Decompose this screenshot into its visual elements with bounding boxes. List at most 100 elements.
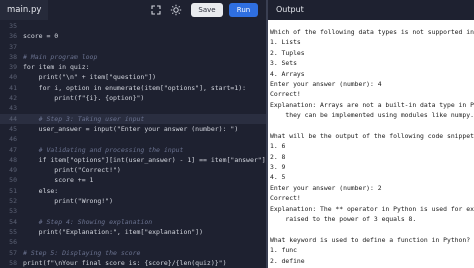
expand-icon[interactable] bbox=[149, 3, 163, 17]
code-line[interactable]: 36 score = 0 bbox=[0, 31, 266, 41]
line-number: 51 bbox=[9, 186, 17, 195]
code-line[interactable]: 54 # Step 4: Showing explanation bbox=[0, 217, 266, 227]
line-number: 49 bbox=[9, 166, 17, 175]
code-text[interactable]: # Step 4: Showing explanation bbox=[23, 217, 153, 227]
line-number: 54 bbox=[9, 217, 17, 226]
line-number: 53 bbox=[9, 207, 17, 216]
line-number: 56 bbox=[9, 238, 17, 247]
code-line[interactable]: 57 # Step 5: Displaying the score bbox=[0, 248, 266, 258]
code-text[interactable]: if item["options"][int(user_answer) - 1]… bbox=[23, 155, 266, 165]
code-text[interactable]: print("Explanation:", item["explanation"… bbox=[23, 227, 203, 237]
code-line[interactable]: 56 bbox=[0, 237, 266, 247]
line-number: 39 bbox=[9, 63, 17, 72]
code-line[interactable]: 41 for i, option in enumerate(item["opti… bbox=[0, 83, 266, 93]
output-line: What keyword is used to define a functio… bbox=[270, 235, 471, 244]
output-line: 4. 5 bbox=[270, 173, 286, 182]
code-text[interactable]: score = 0 bbox=[23, 31, 58, 41]
code-text[interactable]: # Main program loop bbox=[23, 52, 97, 62]
code-line[interactable]: 44 # Step 3: Taking user input bbox=[0, 113, 266, 124]
output-line: they can be implemented using modules li… bbox=[270, 111, 474, 120]
code-text[interactable]: else: bbox=[23, 186, 59, 196]
code-text[interactable]: print("\n" + item["question"]) bbox=[23, 72, 156, 82]
code-text[interactable]: for item in quiz: bbox=[23, 62, 90, 72]
code-line[interactable]: 43 bbox=[0, 103, 266, 113]
line-number: 47 bbox=[9, 145, 17, 154]
code-line[interactable]: 42 print(f"{i}. {option}") bbox=[0, 93, 266, 103]
line-number: 40 bbox=[9, 73, 17, 82]
code-editor-panel[interactable]: main.py Save Run 35 36 score = 0 37 38 # Main… bbox=[0, 0, 266, 268]
output-panel: Output Which of the following data types… bbox=[268, 0, 474, 268]
code-line[interactable]: 47 # Validating and processing the input bbox=[0, 145, 266, 155]
code-text[interactable]: score += 1 bbox=[23, 175, 93, 185]
line-number: 55 bbox=[9, 227, 17, 236]
output-line: 3. Sets bbox=[270, 59, 297, 68]
output-title: Output bbox=[276, 5, 304, 14]
code-area[interactable]: 35 36 score = 0 37 38 # Main program loop 39 fo… bbox=[0, 21, 266, 268]
line-number: 37 bbox=[9, 42, 17, 51]
run-button[interactable]: Run bbox=[229, 3, 258, 17]
line-number: 43 bbox=[9, 104, 17, 113]
code-line[interactable]: 58 print(f"\nYour final score is: {score}… bbox=[0, 258, 266, 268]
line-number: 52 bbox=[9, 197, 17, 206]
output-line: Which of the following data types is not… bbox=[270, 28, 474, 36]
code-text[interactable]: user_answer = input("Enter your answer (… bbox=[23, 124, 239, 134]
code-text[interactable]: print("Correct!") bbox=[23, 165, 121, 175]
output-line: 1. 6 bbox=[270, 142, 286, 151]
sun-icon[interactable] bbox=[169, 3, 183, 17]
code-line[interactable]: 37 bbox=[0, 42, 266, 52]
line-number: 35 bbox=[9, 22, 17, 30]
line-number: 44 bbox=[9, 114, 17, 123]
line-number: 58 bbox=[9, 258, 17, 267]
code-line[interactable]: 53 bbox=[0, 206, 266, 216]
code-line[interactable]: 40 print("\n" + item["question"]) bbox=[0, 72, 266, 82]
code-text[interactable]: print("Wrong!") bbox=[23, 196, 113, 206]
output-line: 1. func bbox=[270, 246, 297, 255]
output-line: What will be the output of the following… bbox=[270, 131, 474, 140]
output-line: Correct! bbox=[270, 194, 301, 203]
output-line: Enter your answer (number): 4 bbox=[270, 79, 382, 88]
code-text[interactable]: # Validating and processing the input bbox=[23, 145, 184, 155]
output-header: Output bbox=[268, 0, 474, 20]
editor-toolbar: main.py Save Run bbox=[0, 0, 266, 20]
output-line: 4. Arrays bbox=[270, 69, 305, 78]
line-number: 48 bbox=[9, 155, 17, 164]
save-button[interactable]: Save bbox=[191, 3, 223, 17]
code-text[interactable]: # Step 5: Displaying the score bbox=[23, 248, 140, 258]
output-line: 1. Lists bbox=[270, 38, 301, 47]
output-line: Enter your answer (number): 2 bbox=[270, 183, 382, 192]
line-number: 38 bbox=[9, 52, 17, 61]
output-line: Explanation: Arrays are not a built-in d… bbox=[270, 100, 474, 109]
file-tab-main-py[interactable]: main.py bbox=[0, 0, 49, 20]
code-line[interactable]: 45 user_answer = input("Enter your answe… bbox=[0, 124, 266, 134]
code-line[interactable]: 52 print("Wrong!") bbox=[0, 196, 266, 206]
output-line: 3. 9 bbox=[270, 163, 286, 172]
line-number: 57 bbox=[9, 248, 17, 257]
output-console: Which of the following data types is not… bbox=[270, 27, 474, 266]
line-number: 42 bbox=[9, 94, 17, 103]
code-line[interactable]: 51 else: bbox=[0, 186, 266, 196]
code-line[interactable]: 55 print("Explanation:", item["explanati… bbox=[0, 227, 266, 237]
code-line[interactable]: 50 score += 1 bbox=[0, 175, 266, 185]
code-text[interactable]: # Step 3: Taking user input bbox=[23, 114, 145, 124]
code-line[interactable]: 39 for item in quiz: bbox=[0, 62, 266, 72]
code-text[interactable]: for i, option in enumerate(item["options… bbox=[23, 83, 246, 93]
output-line: 2. Tuples bbox=[270, 48, 305, 57]
line-number: 46 bbox=[9, 135, 17, 144]
line-number: 45 bbox=[9, 124, 17, 133]
output-line: Correct! bbox=[270, 90, 301, 99]
code-line[interactable]: 35 bbox=[0, 21, 266, 31]
code-line[interactable]: 38 # Main program loop bbox=[0, 52, 266, 62]
output-line: 2. define bbox=[270, 256, 305, 265]
output-line: 2. 8 bbox=[270, 152, 286, 161]
line-number: 41 bbox=[9, 83, 17, 92]
line-number: 50 bbox=[9, 176, 17, 185]
output-line: Explanation: The ** operator in Python i… bbox=[270, 204, 474, 213]
code-text[interactable]: print(f"\nYour final score is: {score}/{… bbox=[23, 258, 227, 268]
output-line: raised to the power of 3 equals 8. bbox=[270, 215, 417, 224]
code-line[interactable]: 46 bbox=[0, 134, 266, 144]
code-text[interactable]: print(f"{i}. {option}") bbox=[23, 93, 144, 103]
code-line[interactable]: 48 if item["options"][int(user_answer) -… bbox=[0, 155, 266, 165]
code-line[interactable]: 49 print("Correct!") bbox=[0, 165, 266, 175]
